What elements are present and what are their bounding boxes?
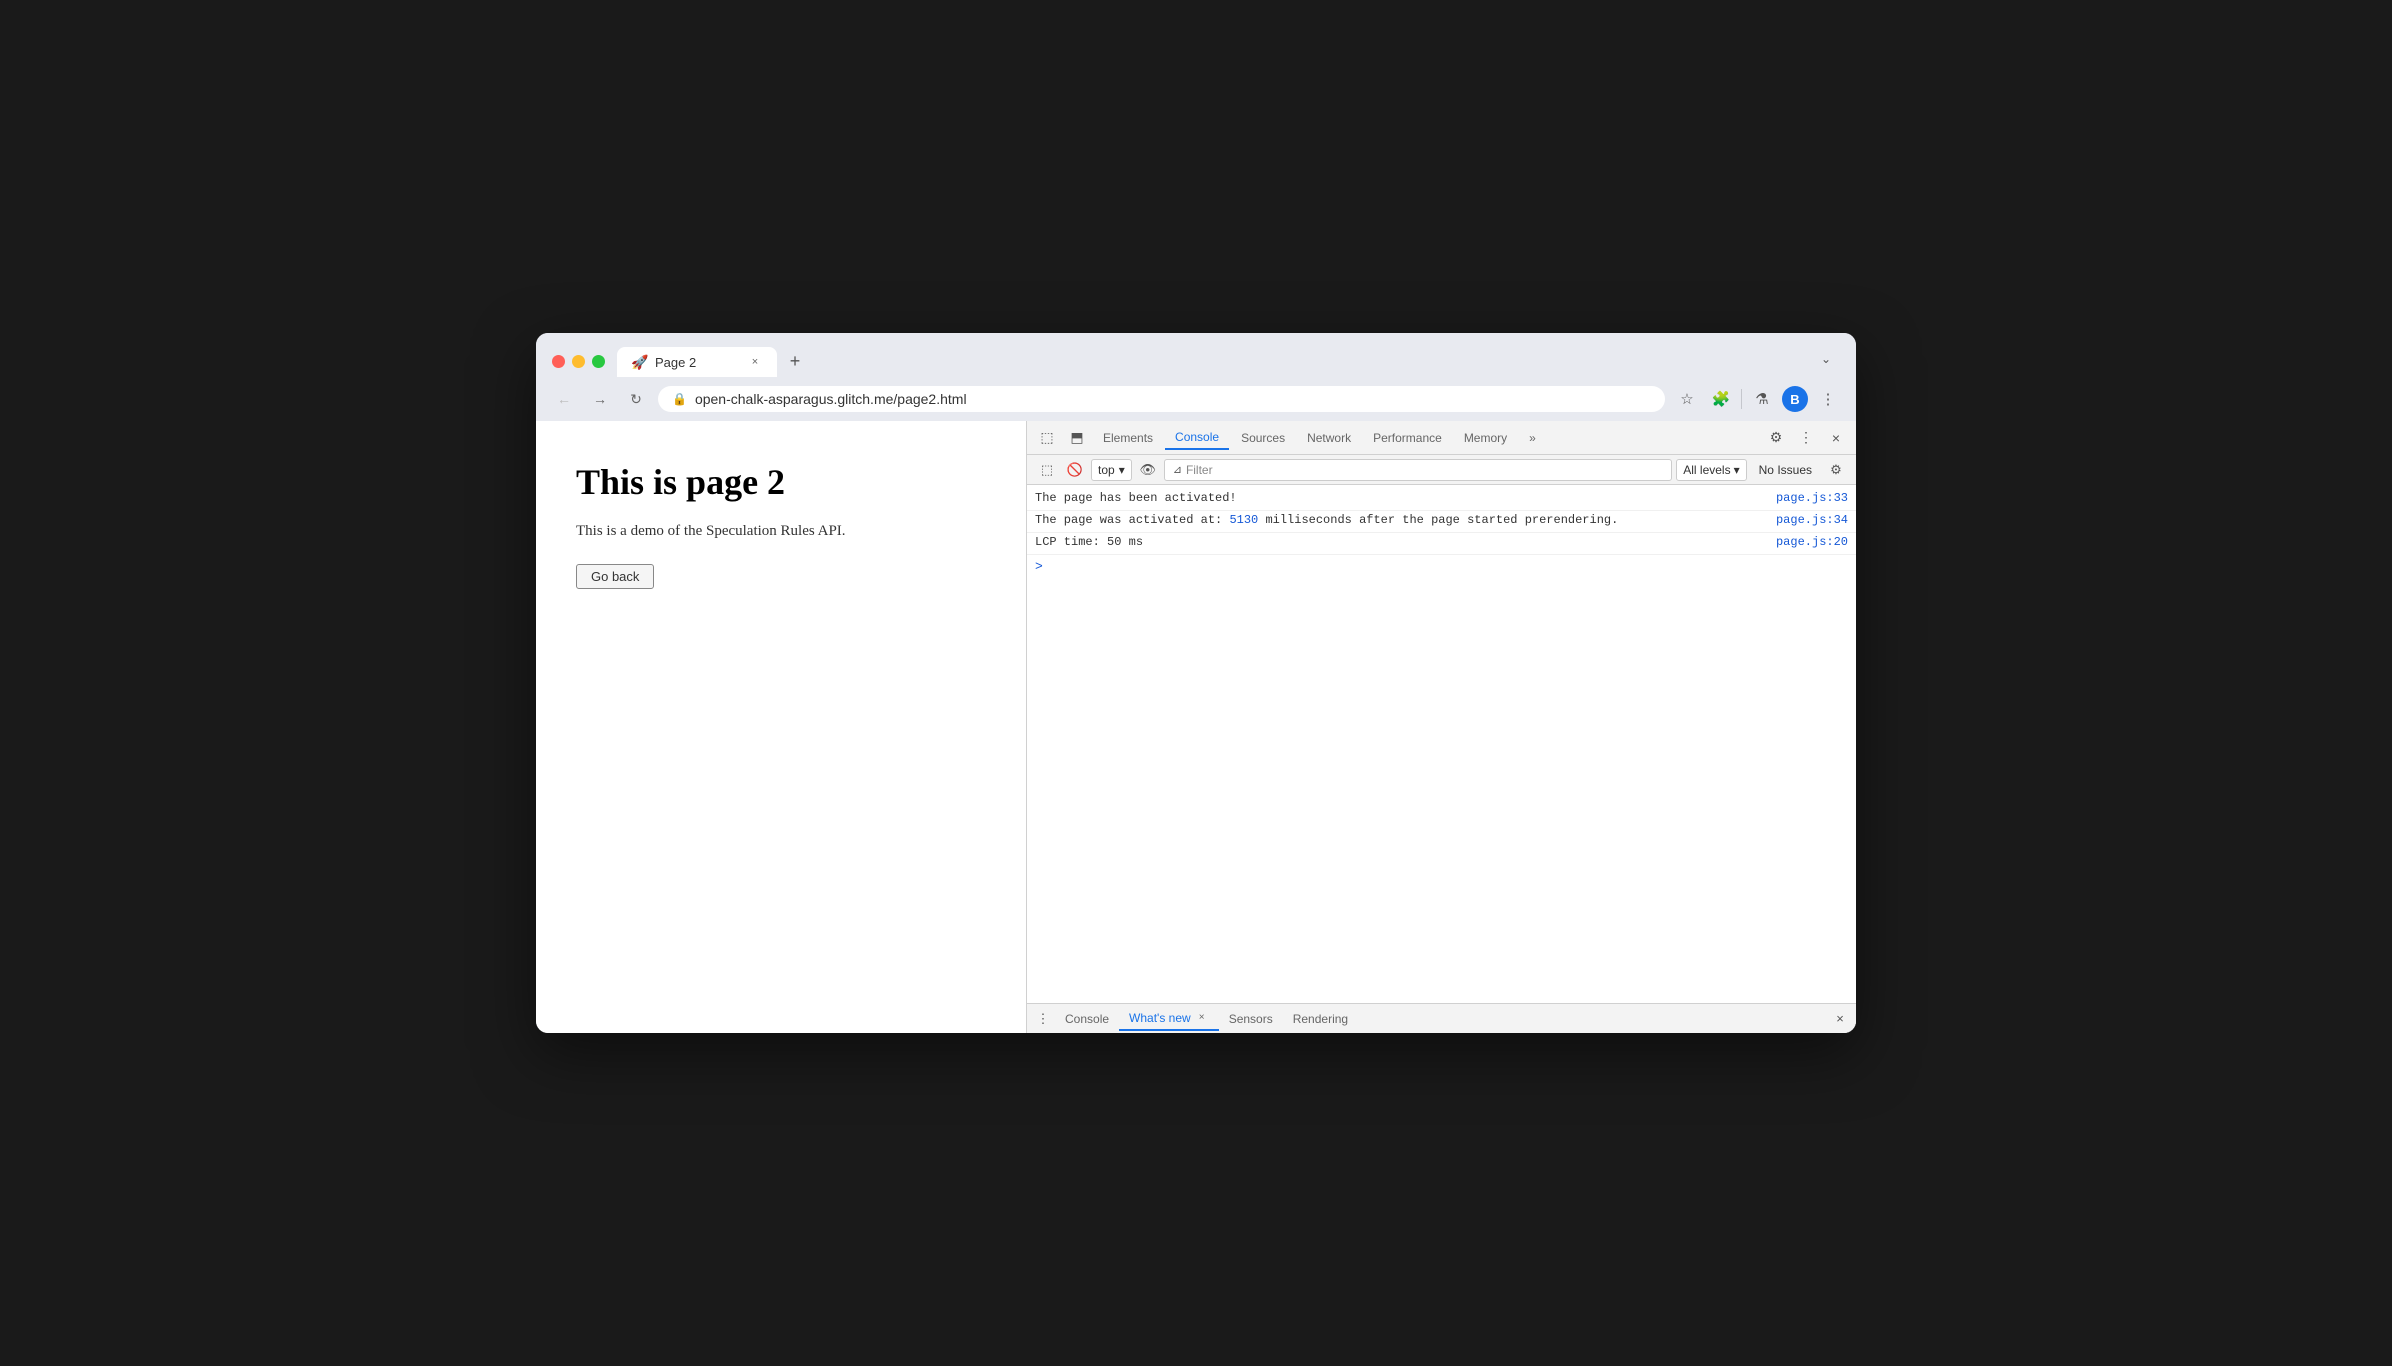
inspect-element-button[interactable]: ⬚	[1033, 424, 1061, 452]
devtools-settings-button[interactable]: ⚙	[1762, 424, 1790, 452]
devtools-close-button[interactable]: ×	[1822, 424, 1850, 452]
whats-new-close-button[interactable]: ×	[1195, 1011, 1209, 1025]
content-area: This is page 2 This is a demo of the Spe…	[536, 421, 1856, 1033]
bottom-tabs-bar: ⋮ Console What's new × Sensors Rendering…	[1027, 1003, 1856, 1033]
console-link-2[interactable]: page.js:34	[1776, 513, 1848, 527]
flask-button[interactable]: ⚗	[1748, 385, 1776, 413]
context-selector[interactable]: top ▾	[1091, 459, 1132, 481]
go-back-button[interactable]: Go back	[576, 564, 654, 589]
tab-close-button[interactable]: ×	[747, 354, 763, 370]
extension-button[interactable]: 🧩	[1707, 385, 1735, 413]
drawer-tab-rendering[interactable]: Rendering	[1283, 1008, 1358, 1030]
console-message-2: The page was activated at: 5130 millisec…	[1035, 513, 1776, 527]
device-toggle-button[interactable]: ⬒	[1063, 424, 1091, 452]
devtools-tab-sources[interactable]: Sources	[1231, 427, 1295, 449]
drawer-menu-button[interactable]: ⋮	[1031, 1007, 1055, 1031]
devtools-toolbar: ⬚ ⬒ Elements Console Sources Network Per…	[1027, 421, 1856, 455]
whats-new-label: What's new	[1129, 1011, 1191, 1025]
devtools-kebab-button[interactable]: ⋮	[1792, 424, 1820, 452]
forward-button[interactable]: →	[586, 385, 614, 413]
tab-favicon-icon: 🚀	[631, 354, 647, 370]
toolbar-divider	[1741, 389, 1742, 409]
drawer-tab-sensors[interactable]: Sensors	[1219, 1008, 1283, 1030]
traffic-lights	[552, 355, 605, 368]
devtools-more-tabs-button[interactable]: »	[1519, 427, 1546, 449]
lock-icon: 🔒	[672, 392, 687, 406]
devtools-tab-network[interactable]: Network	[1297, 427, 1361, 449]
console-message-2-before: The page was activated at:	[1035, 513, 1229, 527]
console-link-3[interactable]: page.js:20	[1776, 535, 1848, 549]
console-log-2: The page was activated at: 5130 millisec…	[1027, 511, 1856, 533]
drawer-tab-console[interactable]: Console	[1055, 1008, 1119, 1030]
console-settings-button[interactable]: ⚙	[1824, 458, 1848, 482]
new-tab-button[interactable]: +	[781, 347, 809, 375]
console-highlight-value: 5130	[1229, 513, 1258, 527]
browser-toolbar: ← → ↻ 🔒 open-chalk-asparagus.glitch.me/p…	[536, 377, 1856, 421]
log-levels-button[interactable]: All levels ▾	[1676, 459, 1746, 481]
address-bar[interactable]: 🔒 open-chalk-asparagus.glitch.me/page2.h…	[658, 386, 1665, 412]
context-chevron-icon: ▾	[1119, 463, 1125, 477]
console-log-3: LCP time: 50 ms page.js:20	[1027, 533, 1856, 555]
tab-dropdown-button[interactable]: ⌄	[1812, 345, 1840, 373]
console-link-1[interactable]: page.js:33	[1776, 491, 1848, 505]
reload-button[interactable]: ↻	[622, 385, 650, 413]
browser-window: 🚀 Page 2 × + ⌄ ← → ↻ 🔒 open-chalk-aspara…	[536, 333, 1856, 1033]
console-sidebar-button[interactable]: ⬚	[1035, 458, 1059, 482]
tab-title: Page 2	[655, 355, 739, 370]
drawer-close-button[interactable]: ×	[1828, 1007, 1852, 1031]
chrome-menu-button[interactable]: ⋮	[1814, 385, 1842, 413]
no-issues-badge[interactable]: No Issues	[1751, 462, 1820, 478]
devtools-tab-elements[interactable]: Elements	[1093, 427, 1163, 449]
console-message-3: LCP time: 50 ms	[1035, 535, 1776, 549]
console-output: The page has been activated! page.js:33 …	[1027, 485, 1856, 1003]
page-content: This is page 2 This is a demo of the Spe…	[536, 421, 1026, 1033]
console-message-2-after: milliseconds after the page started prer…	[1258, 513, 1618, 527]
log-levels-chevron-icon: ▾	[1734, 463, 1740, 477]
close-button[interactable]	[552, 355, 565, 368]
browser-tab-active[interactable]: 🚀 Page 2 ×	[617, 347, 777, 377]
maximize-button[interactable]	[592, 355, 605, 368]
toolbar-actions: ☆ 🧩 ⚗ B ⋮	[1673, 385, 1842, 413]
no-issues-label: No Issues	[1759, 463, 1812, 477]
console-toolbar: ⬚ 🚫 top ▾ 👁 ⊿ Filter All levels ▾ No Iss…	[1027, 455, 1856, 485]
bookmark-button[interactable]: ☆	[1673, 385, 1701, 413]
devtools-tab-performance[interactable]: Performance	[1363, 427, 1452, 449]
log-levels-label: All levels	[1683, 463, 1730, 477]
console-input-prompt[interactable]: >	[1027, 555, 1856, 578]
tab-bar: 🚀 Page 2 × + ⌄	[617, 345, 1840, 377]
filter-area[interactable]: ⊿ Filter	[1164, 459, 1673, 481]
filter-label: Filter	[1186, 463, 1213, 477]
eye-button[interactable]: 👁	[1136, 458, 1160, 482]
drawer-tab-whatsnew[interactable]: What's new ×	[1119, 1007, 1219, 1031]
devtools-panel: ⬚ ⬒ Elements Console Sources Network Per…	[1026, 421, 1856, 1033]
context-label: top	[1098, 463, 1115, 477]
console-message-1: The page has been activated!	[1035, 491, 1776, 505]
devtools-tab-console[interactable]: Console	[1165, 426, 1229, 450]
devtools-tab-memory[interactable]: Memory	[1454, 427, 1517, 449]
back-button[interactable]: ←	[550, 385, 578, 413]
page-heading: This is page 2	[576, 461, 986, 503]
profile-button[interactable]: B	[1782, 386, 1808, 412]
minimize-button[interactable]	[572, 355, 585, 368]
url-text: open-chalk-asparagus.glitch.me/page2.htm…	[695, 391, 1651, 407]
console-clear-button[interactable]: 🚫	[1063, 458, 1087, 482]
title-bar: 🚀 Page 2 × + ⌄	[536, 333, 1856, 377]
page-description: This is a demo of the Speculation Rules …	[576, 523, 986, 540]
filter-icon: ⊿	[1173, 463, 1182, 476]
console-log-1: The page has been activated! page.js:33	[1027, 489, 1856, 511]
